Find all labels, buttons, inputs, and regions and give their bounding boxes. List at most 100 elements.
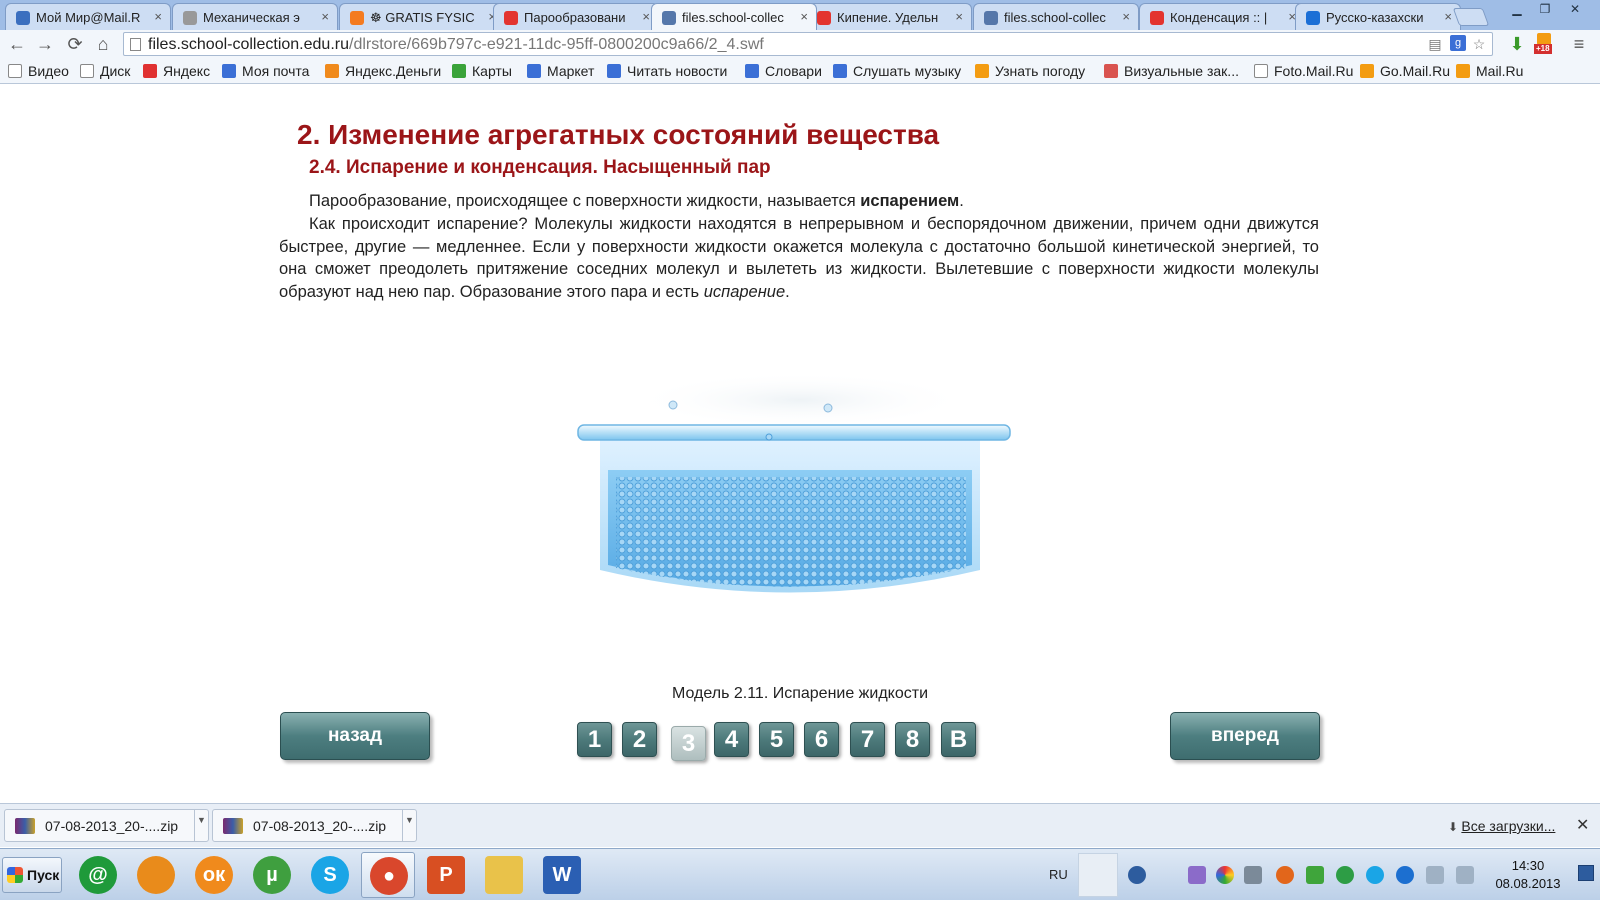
forward-button[interactable]: вперед — [1170, 712, 1320, 760]
page-button-4[interactable]: 4 — [714, 722, 749, 757]
bookmark-item[interactable]: Карты — [452, 63, 512, 79]
browser-tab[interactable]: files.school-collec × — [651, 3, 817, 30]
tray-app-icon[interactable] — [1306, 866, 1324, 884]
tab-label: files.school-collec — [682, 10, 784, 25]
bookmark-item[interactable]: Go.Mail.Ru — [1360, 63, 1450, 79]
close-tab-icon[interactable]: × — [642, 9, 650, 24]
archive-icon — [15, 818, 35, 834]
language-indicator[interactable]: RU — [1049, 867, 1068, 882]
bookmark-label: Видео — [28, 63, 69, 79]
browser-tab[interactable]: files.school-collec × — [973, 3, 1139, 30]
download-item[interactable]: 07-08-2013_20-....zip ▼ — [4, 809, 209, 842]
page-action-icon[interactable]: ▤ — [1426, 35, 1444, 53]
taskbar-app[interactable]: ● — [361, 852, 415, 898]
taskbar-app[interactable]: µ — [245, 852, 299, 898]
tray-app-icon[interactable] — [1188, 866, 1206, 884]
bookmark-item[interactable]: Читать новости — [607, 63, 727, 79]
browser-tab[interactable]: Конденсация :: | × — [1139, 3, 1305, 30]
bookmark-item[interactable]: Яндекс.Деньги — [325, 63, 441, 79]
bookmark-label: Слушать музыку — [853, 63, 962, 79]
browser-tab[interactable]: Парообразовани × — [493, 3, 659, 30]
taskbar-app[interactable] — [129, 852, 183, 898]
bookmark-item[interactable]: Моя почта — [222, 63, 309, 79]
browser-tab[interactable]: Мой Мир@Mail.R × — [5, 3, 171, 30]
bookmark-item[interactable]: Диск — [80, 63, 130, 79]
browser-tab[interactable]: ☸ GRATIS FYSIC× — [339, 3, 505, 30]
home-icon[interactable]: ⌂ — [92, 34, 114, 54]
close-tab-icon[interactable]: × — [800, 9, 808, 24]
all-downloads-link[interactable]: ⬇ Все загрузки... — [1448, 818, 1555, 834]
back-arrow-icon[interactable]: ← — [6, 34, 28, 54]
page-button-2[interactable]: 2 — [622, 722, 657, 757]
close-tab-icon[interactable]: × — [1122, 9, 1130, 24]
clock[interactable]: 14:30 08.08.2013 — [1488, 857, 1568, 893]
taskbar-app[interactable]: W — [535, 852, 589, 898]
google-icon[interactable]: g — [1450, 35, 1466, 51]
page-button-3[interactable]: 3 — [671, 726, 706, 761]
page-button-5[interactable]: 5 — [759, 722, 794, 757]
browser-tab[interactable]: Кипение. Удельн × — [806, 3, 972, 30]
minimize-icon[interactable]: ▁ — [1504, 0, 1530, 20]
back-button[interactable]: назад — [280, 712, 430, 760]
paragraph-2-italic: испарение — [703, 282, 786, 301]
taskbar-app[interactable]: S — [303, 852, 357, 898]
extension-icon[interactable]: +18 — [1534, 33, 1556, 55]
address-bar[interactable]: files.school-collection.edu.ru/dlrstore/… — [123, 32, 1493, 56]
bookmark-label: Mail.Ru — [1476, 63, 1524, 79]
close-downloads-icon[interactable]: ✕ — [1576, 815, 1589, 835]
browser-tab[interactable]: Русско-казахски × — [1295, 3, 1461, 30]
paragraph-2-text: Как происходит испарение? Молекулы жидко… — [279, 215, 1319, 301]
paragraph-2-end: . — [785, 282, 790, 301]
bookmark-item[interactable]: Mail.Ru — [1456, 63, 1523, 79]
taskbar-app[interactable]: P — [419, 852, 473, 898]
bookmark-item[interactable]: Маркет — [527, 63, 594, 79]
bookmark-item[interactable]: Визуальные зак... — [1104, 63, 1239, 79]
download-item[interactable]: 07-08-2013_20-....zip ▼ — [212, 809, 417, 842]
close-tab-icon[interactable]: × — [321, 9, 329, 24]
bookmark-item[interactable]: Foto.Mail.Ru — [1254, 63, 1353, 79]
chevron-down-icon[interactable]: ▼ — [194, 810, 208, 841]
page-button-7[interactable]: 7 — [850, 722, 885, 757]
bookmark-item[interactable]: Видео — [8, 63, 69, 79]
bookmark-label: Маркет — [547, 63, 595, 79]
utorrent-tray-icon[interactable] — [1336, 866, 1354, 884]
bookmark-item[interactable]: Яндекс — [143, 63, 210, 79]
download-arrow-icon[interactable]: ⬇ — [1508, 35, 1526, 53]
chevron-down-icon[interactable]: ▼ — [402, 810, 416, 841]
tray-app-icon[interactable] — [1216, 866, 1234, 884]
tray-app-icon[interactable] — [1396, 866, 1414, 884]
signal-icon[interactable] — [1244, 866, 1262, 884]
forward-arrow-icon[interactable]: → — [34, 34, 56, 54]
page-button-1[interactable]: 1 — [577, 722, 612, 757]
bookmark-label: Визуальные зак... — [1124, 63, 1239, 79]
close-tab-icon[interactable]: × — [1444, 9, 1452, 24]
tray-app-icon[interactable] — [1366, 866, 1384, 884]
battery-icon[interactable] — [1426, 866, 1444, 884]
reload-icon[interactable]: ⟳ — [64, 34, 86, 54]
new-tab-button[interactable] — [1452, 8, 1490, 26]
tray-app-icon[interactable] — [1276, 866, 1294, 884]
browser-tab[interactable]: Механическая э × — [172, 3, 338, 30]
start-button[interactable]: Пуск — [2, 857, 62, 893]
taskbar-app[interactable]: ок — [187, 852, 241, 898]
download-tray-icon[interactable] — [1128, 866, 1146, 884]
bookmark-item[interactable]: Словари — [745, 63, 822, 79]
maximize-icon[interactable]: ❐ — [1532, 0, 1558, 20]
volume-icon[interactable] — [1456, 866, 1474, 884]
close-tab-icon[interactable]: × — [955, 9, 963, 24]
bookmark-item[interactable]: Узнать погоду — [975, 63, 1085, 79]
close-tab-icon[interactable]: × — [154, 9, 162, 24]
star-icon[interactable]: ☆ — [1470, 35, 1488, 53]
page-button-8[interactable]: 8 — [895, 722, 930, 757]
bookmark-item[interactable]: Слушать музыку — [833, 63, 961, 79]
page-button-9[interactable]: В — [941, 722, 976, 757]
k-icon — [1150, 11, 1164, 25]
taskbar-app[interactable] — [477, 852, 531, 898]
taskbar-app[interactable]: @ — [71, 852, 125, 898]
maps-icon — [452, 64, 466, 78]
show-desktop-icon[interactable] — [1578, 865, 1594, 881]
close-window-icon[interactable]: ✕ — [1562, 0, 1588, 20]
menu-icon[interactable]: ≡ — [1570, 35, 1588, 53]
url-path: /dlrstore/669b797c-e921-11dc-95ff-080020… — [349, 36, 764, 53]
page-button-6[interactable]: 6 — [804, 722, 839, 757]
